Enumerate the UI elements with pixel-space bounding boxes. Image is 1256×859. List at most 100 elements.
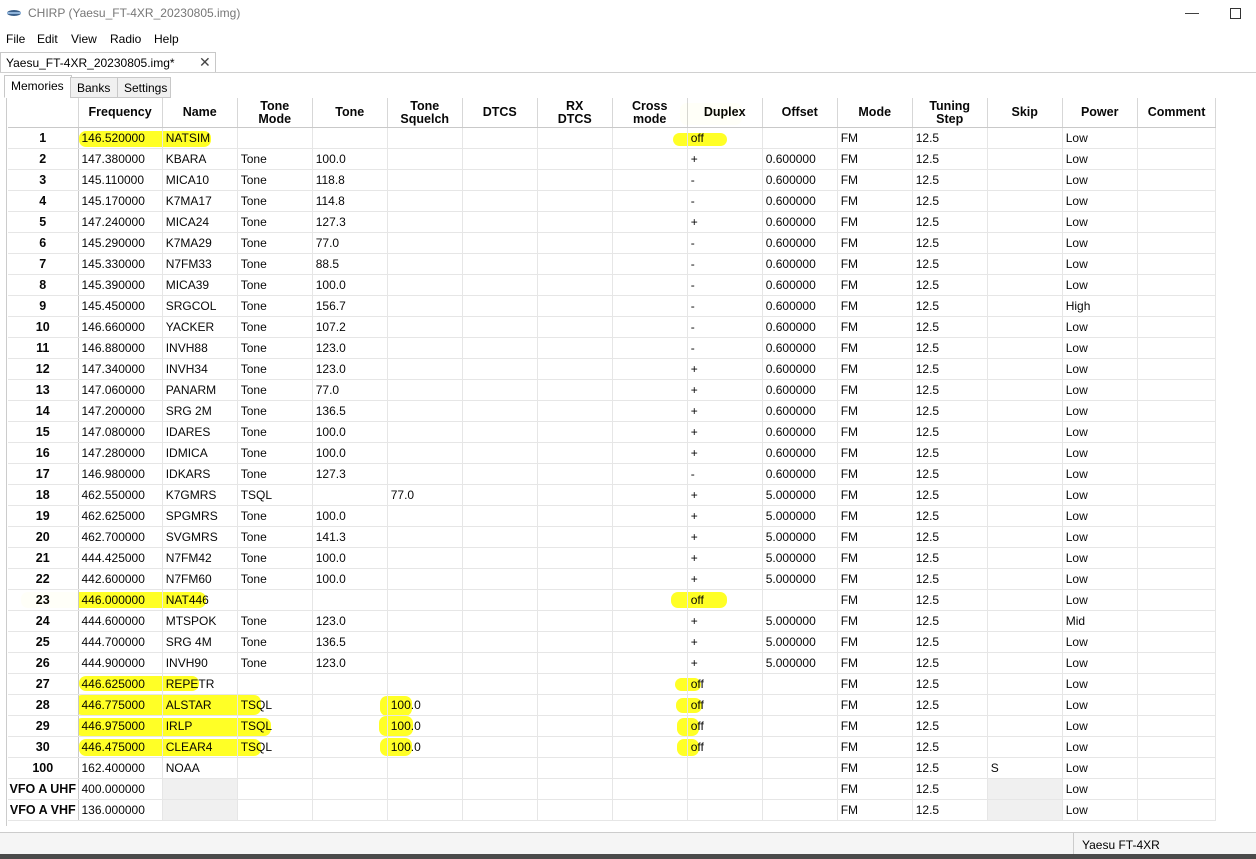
cell-cross-mode[interactable] (612, 253, 688, 275)
cell-tone[interactable]: 100.0 (312, 547, 388, 569)
cell-frequency[interactable]: 145.110000 (78, 169, 163, 191)
cell-frequency[interactable]: 442.600000 (78, 568, 163, 590)
cell-tone[interactable] (312, 799, 388, 821)
cell-mode[interactable]: FM (837, 442, 913, 464)
cell-rx-dtcs[interactable] (537, 463, 613, 485)
cell-comment[interactable] (1137, 757, 1217, 779)
cell-mode[interactable]: FM (837, 316, 913, 338)
cell-name[interactable]: INVH90 (162, 652, 238, 674)
cell-power[interactable]: Low (1062, 652, 1138, 674)
cell-tone-squelch[interactable] (387, 610, 463, 632)
cell-comment[interactable] (1137, 694, 1217, 716)
cell-cross-mode[interactable] (612, 148, 688, 170)
table-row[interactable]: 12 147.340000 INVH34 Tone 123.0 +0.600000 FM 12… (8, 358, 1217, 380)
cell-skip[interactable] (987, 421, 1063, 443)
cell-rx-dtcs[interactable] (537, 568, 613, 590)
cell-offset[interactable]: 5.000000 (762, 652, 838, 674)
cell-tuning-step[interactable]: 12.5 (912, 610, 988, 632)
cell-frequency[interactable]: 145.450000 (78, 295, 163, 317)
table-row[interactable]: 11 146.880000 INVH88 Tone 123.0 -0.600000 FM 12… (8, 337, 1217, 359)
cell-comment[interactable] (1137, 631, 1217, 653)
cell-mode[interactable]: FM (837, 358, 913, 380)
cell-dtcs[interactable] (462, 673, 538, 695)
table-row[interactable]: 28 446.775000 ALSTAR TSQL 100.0 off FM 12.5 Low (8, 694, 1217, 716)
cell-duplex[interactable]: + (687, 358, 763, 380)
cell-cross-mode[interactable] (612, 799, 688, 821)
cell-tone[interactable] (312, 694, 388, 716)
cell-duplex[interactable]: + (687, 148, 763, 170)
cell-name[interactable]: K7MA29 (162, 232, 238, 254)
cell-duplex[interactable]: + (687, 400, 763, 422)
cell-duplex[interactable] (687, 757, 763, 779)
cell-frequency[interactable]: 145.290000 (78, 232, 163, 254)
cell-cross-mode[interactable] (612, 232, 688, 254)
cell-tone[interactable]: 123.0 (312, 610, 388, 632)
cell-duplex[interactable]: - (687, 337, 763, 359)
cell-tuning-step[interactable]: 12.5 (912, 463, 988, 485)
cell-name[interactable]: INVH88 (162, 337, 238, 359)
cell-tone-squelch[interactable] (387, 169, 463, 191)
cell-frequency[interactable]: 444.900000 (78, 652, 163, 674)
minimize-button[interactable]: — (1182, 3, 1202, 23)
cell-tone-mode[interactable]: Tone (237, 547, 313, 569)
cell-offset[interactable]: 0.600000 (762, 442, 838, 464)
cell-mode[interactable]: FM (837, 778, 913, 800)
cell-comment[interactable] (1137, 547, 1217, 569)
cell-mode[interactable]: FM (837, 631, 913, 653)
cell-cross-mode[interactable] (612, 169, 688, 191)
cell-tone-mode[interactable]: TSQL (237, 484, 313, 506)
cell-tone[interactable]: 127.3 (312, 463, 388, 485)
cell-mode[interactable]: FM (837, 757, 913, 779)
cell-name[interactable]: IDKARS (162, 463, 238, 485)
col-header-tone[interactable]: Tone (312, 98, 388, 128)
cell-mode[interactable]: FM (837, 169, 913, 191)
cell-power[interactable]: Low (1062, 253, 1138, 275)
table-row[interactable]: 15 147.080000 IDARES Tone 100.0 +0.600000 FM 12… (8, 421, 1217, 443)
cell-frequency[interactable]: 444.600000 (78, 610, 163, 632)
cell-tone[interactable]: 107.2 (312, 316, 388, 338)
table-row[interactable]: 27 446.625000 REPETR off FM 12.5 Low (8, 673, 1217, 695)
cell-skip[interactable] (987, 337, 1063, 359)
table-row[interactable]: 19 462.625000 SPGMRS Tone 100.0 +5.000000 FM 12… (8, 505, 1217, 527)
table-row[interactable]: 29 446.975000 IRLP TSQL 100.0 off FM 12.5 Low (8, 715, 1217, 737)
cell-rx-dtcs[interactable] (537, 484, 613, 506)
table-row[interactable]: 17 146.980000 IDKARS Tone 127.3 -0.600000 FM 12… (8, 463, 1217, 485)
cell-dtcs[interactable] (462, 421, 538, 443)
cell-comment[interactable] (1137, 526, 1217, 548)
cell-rx-dtcs[interactable] (537, 400, 613, 422)
cell-mode[interactable]: FM (837, 148, 913, 170)
cell-tone-mode[interactable] (237, 589, 313, 611)
cell-cross-mode[interactable] (612, 715, 688, 737)
cell-comment[interactable] (1137, 484, 1217, 506)
tab-settings[interactable]: Settings (117, 77, 171, 98)
cell-tone[interactable]: 123.0 (312, 358, 388, 380)
cell-tone-mode[interactable]: Tone (237, 463, 313, 485)
cell-tuning-step[interactable]: 12.5 (912, 715, 988, 737)
cell-frequency[interactable]: 446.000000 (78, 589, 163, 611)
cell-offset[interactable]: 0.600000 (762, 379, 838, 401)
cell-tone[interactable]: 123.0 (312, 652, 388, 674)
col-header-cross-mode[interactable]: Cross mode (612, 98, 688, 128)
table-row[interactable]: 14 147.200000 SRG 2M Tone 136.5 +0.600000 FM 12… (8, 400, 1217, 422)
cell-offset[interactable]: 0.600000 (762, 274, 838, 296)
cell-offset[interactable]: 0.600000 (762, 337, 838, 359)
cell-duplex[interactable]: + (687, 652, 763, 674)
cell-mode[interactable]: FM (837, 232, 913, 254)
cell-frequency[interactable]: 145.390000 (78, 274, 163, 296)
cell-power[interactable]: Low (1062, 232, 1138, 254)
cell-skip[interactable] (987, 463, 1063, 485)
cell-rx-dtcs[interactable] (537, 631, 613, 653)
cell-rx-dtcs[interactable] (537, 757, 613, 779)
cell-power[interactable]: Low (1062, 400, 1138, 422)
cell-rx-dtcs[interactable] (537, 211, 613, 233)
cell-tuning-step[interactable]: 12.5 (912, 568, 988, 590)
cell-duplex[interactable]: - (687, 232, 763, 254)
cell-skip[interactable] (987, 295, 1063, 317)
table-row[interactable]: 21 444.425000 N7FM42 Tone 100.0 +5.000000 FM 12… (8, 547, 1217, 569)
cell-comment[interactable] (1137, 337, 1217, 359)
cell-cross-mode[interactable] (612, 421, 688, 443)
cell-tone-mode[interactable]: Tone (237, 169, 313, 191)
cell-tone[interactable]: 127.3 (312, 211, 388, 233)
menu-radio[interactable]: Radio (110, 32, 141, 46)
cell-power[interactable]: Low (1062, 316, 1138, 338)
